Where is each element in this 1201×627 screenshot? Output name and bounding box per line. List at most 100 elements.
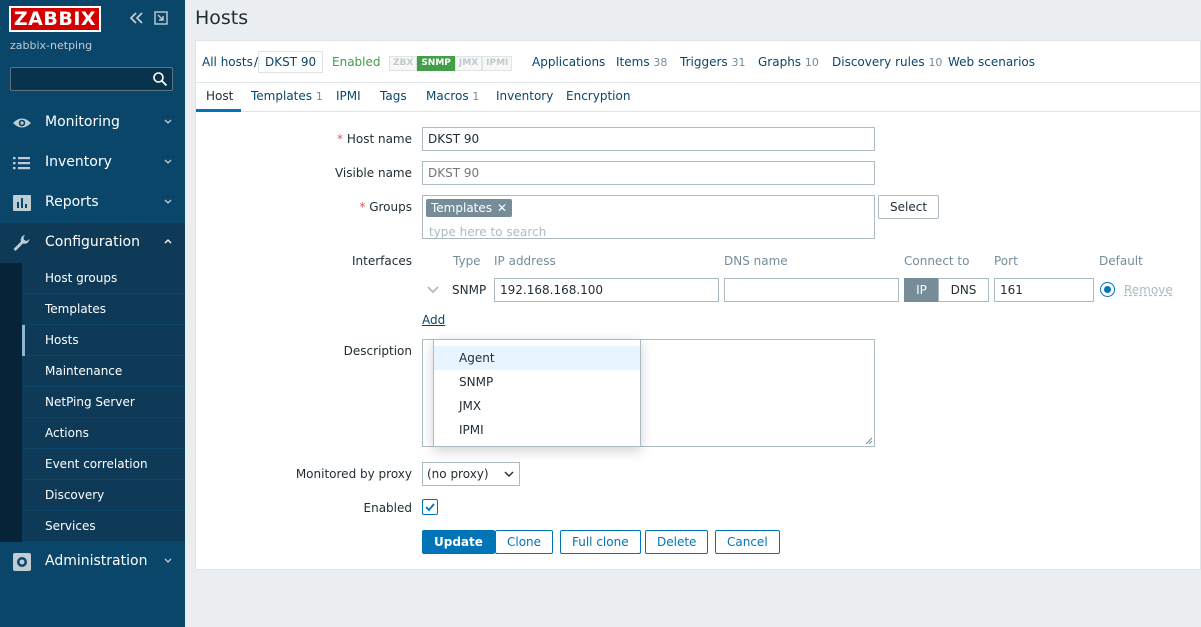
chevron-down-icon — [164, 558, 172, 563]
wrench-icon — [13, 235, 30, 251]
dns-name-input[interactable] — [724, 278, 899, 302]
submenu-discovery[interactable]: Discovery — [22, 480, 185, 511]
search-icon[interactable] — [152, 71, 168, 87]
add-interface-link[interactable]: Add — [422, 313, 445, 327]
dropdown-option-ipmi[interactable]: IPMI — [434, 418, 640, 442]
graphs-label: Graphs — [758, 55, 802, 69]
submenu-templates[interactable]: Templates — [22, 294, 185, 325]
select-groups-button[interactable]: Select — [878, 195, 940, 219]
jmx-badge: JMX — [454, 56, 483, 71]
submenu-netping-server-settings[interactable]: NetPing Server Settings — [22, 387, 185, 439]
sidebar: ZABBIX zabbix-netping Monitoring Invento… — [0, 0, 185, 627]
collapse-sidebar-icon[interactable] — [128, 10, 146, 26]
menu-reports[interactable]: Reports — [0, 183, 185, 223]
remove-tag-icon[interactable]: ✕ — [497, 201, 507, 215]
enabled-label: Enabled — [363, 501, 413, 515]
menu-administration[interactable]: Administration — [0, 542, 185, 582]
server-name: zabbix-netping — [10, 39, 93, 52]
discovery-rules-link[interactable]: Discovery rules 10 — [832, 55, 942, 69]
visible-name-input[interactable] — [422, 161, 875, 185]
web-scenarios-link[interactable]: Web scenarios — [948, 55, 1035, 69]
tab-macros-label: Macros — [426, 89, 469, 103]
cancel-button[interactable]: Cancel — [715, 530, 780, 554]
items-link[interactable]: Items 38 — [616, 55, 667, 69]
menu-monitoring[interactable]: Monitoring — [0, 103, 185, 143]
delete-button[interactable]: Delete — [645, 530, 709, 554]
bar-chart-icon — [13, 195, 31, 211]
triggers-link[interactable]: Triggers 31 — [680, 55, 745, 69]
clone-button[interactable]: Clone — [495, 530, 554, 554]
col-dns-name: DNS name — [724, 254, 788, 268]
zabbix-logo[interactable]: ZABBIX — [9, 6, 101, 32]
submenu-actions[interactable]: Actions — [22, 418, 185, 449]
tab-macros[interactable]: Macros 1 — [426, 89, 479, 103]
menu-label: Reports — [45, 194, 99, 210]
host-name-label: * Host name — [337, 132, 412, 146]
gear-icon — [13, 553, 31, 571]
interface-type-dropdown: Agent SNMP JMX IPMI — [433, 339, 641, 447]
proxy-label: Monitored by proxy — [295, 467, 412, 481]
label-column: * Host name Visible name * Groups Interf… — [196, 41, 412, 569]
triggers-label: Triggers — [680, 55, 728, 69]
connect-dns-toggle[interactable]: DNS — [938, 278, 989, 302]
chevron-up-icon — [164, 239, 172, 244]
submenu-host-groups[interactable]: Host groups — [22, 263, 185, 294]
ip-address-input[interactable] — [494, 278, 719, 302]
enabled-checkbox[interactable] — [422, 499, 438, 515]
submenu-maintenance[interactable]: Maintenance — [22, 356, 185, 387]
remove-interface-link[interactable]: Remove — [1124, 283, 1173, 297]
host-name-input[interactable] — [422, 127, 875, 151]
applications-link[interactable]: Applications — [532, 55, 605, 69]
description-label: Description — [343, 344, 412, 358]
groups-label: * Groups — [359, 200, 412, 214]
list-icon — [13, 157, 30, 170]
interface-type: SNMP — [452, 283, 487, 297]
menu-label: Configuration — [45, 234, 140, 250]
tab-inventory[interactable]: Inventory — [496, 89, 553, 103]
update-button[interactable]: Update — [422, 530, 495, 554]
checkmark-icon — [425, 503, 435, 512]
group-tag: Templates ✕ — [426, 199, 513, 217]
discovery-count: 10 — [928, 56, 943, 69]
dropdown-option-jmx[interactable]: JMX — [434, 394, 640, 418]
proxy-selected-value: (no proxy) — [427, 467, 489, 481]
groups-search-placeholder[interactable]: type here to search — [429, 221, 546, 243]
chevron-down-icon — [504, 471, 514, 477]
chevron-down-icon — [164, 119, 172, 124]
submenu-hosts[interactable]: Hosts — [22, 325, 185, 356]
items-label: Items — [616, 55, 650, 69]
main-menu: Monitoring Inventory Reports Configurati… — [0, 103, 185, 582]
col-ip-address: IP address — [494, 254, 556, 268]
col-type: Type — [453, 254, 481, 268]
chevron-down-icon — [164, 159, 172, 164]
snmp-badge: SNMP — [417, 56, 455, 71]
visible-name-label: Visible name — [334, 166, 412, 180]
groups-label-text: Groups — [369, 200, 412, 214]
menu-inventory[interactable]: Inventory — [0, 143, 185, 183]
chevron-down-icon[interactable] — [426, 285, 440, 295]
dropdown-option-snmp[interactable]: SNMP — [434, 370, 640, 394]
configuration-submenu: Host groups Templates Hosts Maintenance … — [0, 263, 185, 542]
resize-grip-icon[interactable] — [864, 436, 873, 445]
menu-label: Inventory — [45, 154, 112, 170]
graphs-link[interactable]: Graphs 10 — [758, 55, 819, 69]
groups-multiselect[interactable]: Templates ✕ type here to search — [422, 195, 875, 239]
default-interface-radio[interactable] — [1100, 282, 1115, 297]
submenu-services[interactable]: Services — [22, 511, 185, 542]
dropdown-option-agent[interactable]: Agent — [434, 346, 640, 370]
main-area: Hosts All hosts / DKST 90 Enabled ZBX SN… — [185, 0, 1201, 627]
port-input[interactable] — [994, 278, 1094, 302]
tab-encryption[interactable]: Encryption — [566, 89, 630, 103]
tab-macros-count: 1 — [472, 90, 480, 103]
proxy-select[interactable]: (no proxy) — [422, 462, 520, 486]
triggers-count: 31 — [731, 56, 746, 69]
menu-configuration[interactable]: Configuration — [0, 223, 185, 263]
connect-ip-toggle[interactable]: IP — [904, 278, 939, 302]
host-name-label-text: Host name — [346, 132, 412, 146]
ipmi-badge: IPMI — [482, 56, 513, 71]
sidebar-search-input[interactable] — [10, 67, 173, 91]
submenu-event-correlation[interactable]: Event correlation — [22, 449, 185, 480]
kiosk-mode-icon[interactable] — [153, 10, 169, 26]
full-clone-button[interactable]: Full clone — [560, 530, 641, 554]
graphs-count: 10 — [804, 56, 819, 69]
